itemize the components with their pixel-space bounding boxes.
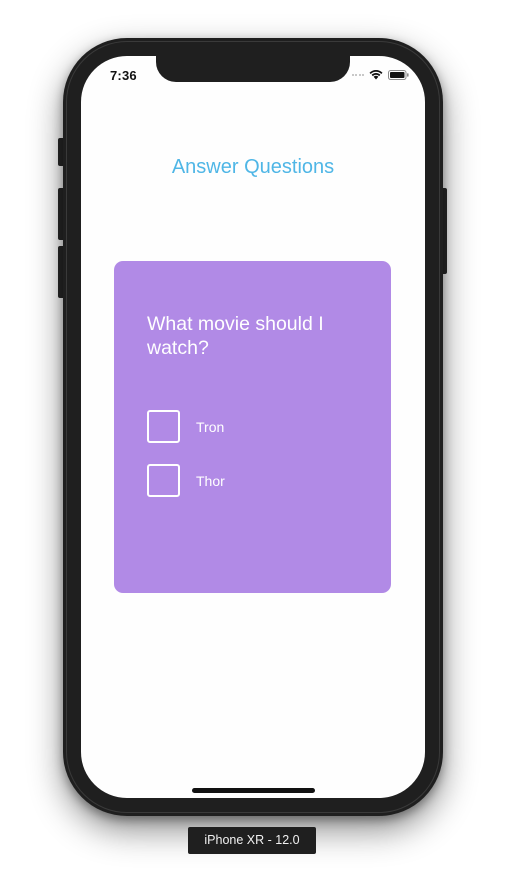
home-indicator[interactable] — [192, 788, 315, 793]
option-tron[interactable]: Tron — [147, 410, 224, 443]
phone-screen: 7:36 Answer Questions What movie should … — [81, 56, 425, 798]
checkbox[interactable] — [147, 464, 180, 497]
notch — [156, 56, 350, 82]
option-label: Thor — [196, 472, 225, 489]
question-card: What movie should I watch? Tron Thor — [114, 261, 391, 593]
signal-icon — [351, 73, 364, 76]
battery-icon — [388, 69, 409, 80]
wifi-icon — [369, 69, 383, 80]
option-thor[interactable]: Thor — [147, 464, 225, 497]
question-text: What movie should I watch? — [147, 313, 324, 359]
phone-frame: 7:36 Answer Questions What movie should … — [63, 38, 443, 816]
simulator-stage: 7:36 Answer Questions What movie should … — [0, 0, 505, 890]
status-icons — [351, 69, 410, 80]
device-label: iPhone XR - 12.0 — [188, 827, 316, 854]
checkbox[interactable] — [147, 410, 180, 443]
status-time: 7:36 — [110, 68, 137, 83]
option-label: Tron — [196, 418, 225, 435]
page-title: Answer Questions — [171, 156, 335, 178]
